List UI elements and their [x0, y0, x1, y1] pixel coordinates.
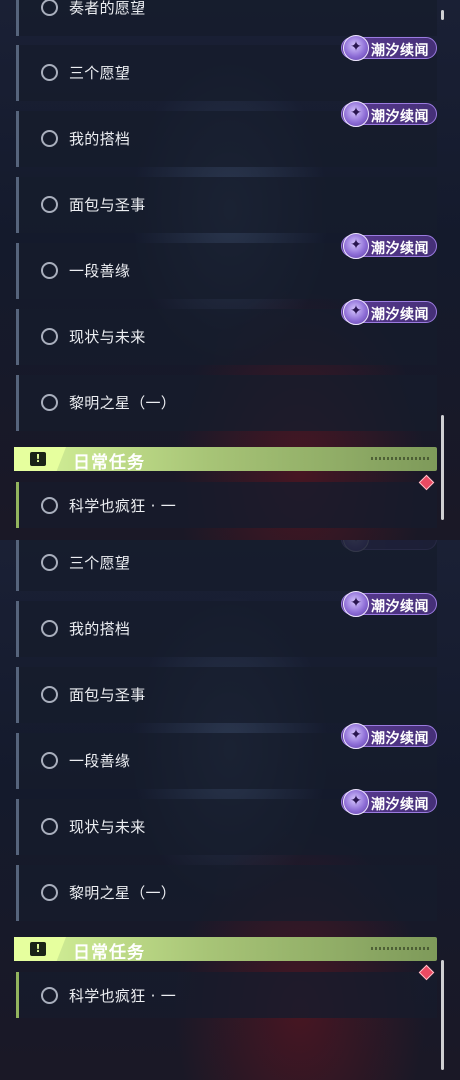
quest-label: 三个愿望 — [69, 554, 131, 572]
quest-label: 一段善缘 — [69, 262, 131, 280]
quest-radio-icon[interactable] — [41, 64, 58, 81]
quest-label: 黎明之星（一） — [69, 394, 177, 412]
daily-header-title: 日常任务 — [73, 943, 145, 963]
quest-item-partial[interactable]: 奏者的愿望 — [16, 0, 437, 36]
tide-sequel-icon: ✦ — [343, 723, 369, 749]
quest-item[interactable]: 黎明之星（一） — [16, 375, 437, 431]
tide-sequel-badge: ✦ 潮汐续闻 — [341, 789, 437, 815]
quest-radio-icon[interactable] — [41, 262, 58, 279]
quest-list-panel-top: 奏者的愿望 三个愿望 我的搭档 面包与圣事 一段善缘 现状与未来 黎明之星（一）… — [0, 0, 460, 540]
quest-radio-icon[interactable] — [41, 196, 58, 213]
quest-item[interactable]: 面包与圣事 — [16, 667, 437, 723]
tide-sequel-icon: ✦ — [343, 35, 369, 61]
scrollbar-thumb[interactable] — [441, 415, 444, 520]
quest-item[interactable]: 面包与圣事 — [16, 177, 437, 233]
daily-header-title: 日常任务 — [73, 453, 145, 473]
exclamation-box-icon: ! — [30, 452, 46, 466]
quest-radio-icon[interactable] — [41, 987, 58, 1004]
quest-radio-icon[interactable] — [41, 818, 58, 835]
quest-label: 科学也疯狂 · 一 — [69, 987, 177, 1005]
tide-sequel-badge: ✦ 潮汐续闻 — [341, 233, 437, 259]
quest-radio-icon[interactable] — [41, 884, 58, 901]
quest-label: 黎明之星（一） — [69, 884, 177, 902]
tide-sequel-icon: ✦ — [343, 789, 369, 815]
tide-sequel-badge: ✦ 潮汐续闻 — [341, 35, 437, 61]
quest-list-panel-bottom: ✦ 三个愿望 我的搭档 面包与圣事 一段善缘 现状与未来 黎明之星（一） ✦ 潮… — [0, 540, 460, 1080]
quest-item[interactable]: 三个愿望 — [16, 540, 437, 591]
quest-label: 面包与圣事 — [69, 686, 146, 704]
daily-quest-item[interactable]: 科学也疯狂 · 一 — [16, 972, 437, 1018]
quest-radio-icon[interactable] — [41, 620, 58, 637]
header-stripe-decoration — [371, 947, 429, 950]
quest-label: 现状与未来 — [69, 818, 146, 836]
scrollbar-thumb[interactable] — [441, 960, 444, 1070]
quest-label: 现状与未来 — [69, 328, 146, 346]
exclamation-box-icon: ! — [30, 942, 46, 956]
quest-label: 我的搭档 — [69, 620, 131, 638]
tide-sequel-icon: ✦ — [343, 233, 369, 259]
quest-label: 奏者的愿望 — [69, 0, 146, 17]
daily-header-tab: ! — [14, 937, 66, 961]
quest-label: 一段善缘 — [69, 752, 131, 770]
tide-sequel-badge: ✦ 潮汐续闻 — [341, 101, 437, 127]
quest-radio-icon[interactable] — [41, 686, 58, 703]
quest-label: 我的搭档 — [69, 130, 131, 148]
quest-radio-icon[interactable] — [41, 497, 58, 514]
daily-quest-item[interactable]: 科学也疯狂 · 一 — [16, 482, 437, 528]
tide-sequel-badge: ✦ 潮汐续闻 — [341, 723, 437, 749]
quest-label: 科学也疯狂 · 一 — [69, 497, 177, 515]
scrollbar-thumb-upper[interactable] — [441, 10, 444, 20]
tide-sequel-icon: ✦ — [343, 101, 369, 127]
quest-radio-icon[interactable] — [41, 130, 58, 147]
quest-radio-icon[interactable] — [41, 752, 58, 769]
daily-quests-header[interactable]: ! 日常任务 — [14, 937, 437, 963]
quest-item[interactable]: 黎明之星（一） — [16, 865, 437, 921]
quest-label: 三个愿望 — [69, 64, 131, 82]
quest-radio-icon[interactable] — [41, 554, 58, 571]
quest-label: 面包与圣事 — [69, 196, 146, 214]
tide-sequel-icon: ✦ — [343, 299, 369, 325]
daily-quests-header[interactable]: ! 日常任务 — [14, 447, 437, 473]
quest-radio-icon[interactable] — [41, 394, 58, 411]
tide-sequel-badge: ✦ 潮汐续闻 — [341, 299, 437, 325]
quest-radio-icon[interactable] — [41, 0, 58, 16]
header-stripe-decoration — [371, 457, 429, 460]
tide-sequel-icon: ✦ — [343, 591, 369, 617]
quest-radio-icon[interactable] — [41, 328, 58, 345]
tide-sequel-badge: ✦ 潮汐续闻 — [341, 591, 437, 617]
daily-header-tab: ! — [14, 447, 66, 471]
